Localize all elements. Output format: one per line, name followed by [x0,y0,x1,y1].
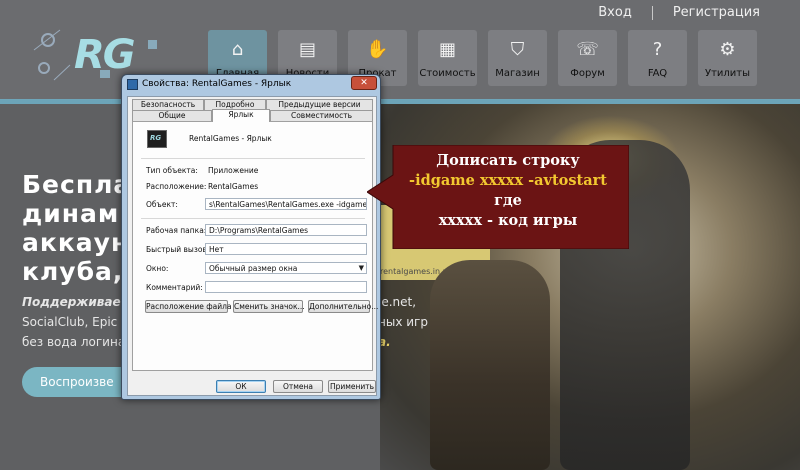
properties-dialog: Свойства: RentalGames - Ярлык ✕ Безопасн… [121,74,381,400]
open-file-location-button[interactable]: Расположение файла [145,300,232,313]
dropdown-arrow-icon: ▼ [358,264,364,272]
nav-item-shop[interactable]: ⛉ Магазин [488,30,547,86]
hero-sub-line: a. [378,335,391,349]
nav-label: Утилиты [704,68,751,79]
bag-icon: ⛉ [510,39,525,60]
logo-text: RG [74,32,136,78]
login-link[interactable]: Вход [598,5,632,20]
close-button[interactable]: ✕ [351,76,377,90]
tab-general[interactable]: Общие [132,110,212,121]
hotkey-label: Быстрый вызов: [146,245,210,254]
dialog-title: Свойства: RentalGames - Ярлык [142,79,292,89]
nav-item-price[interactable]: ▦ Стоимость [418,30,477,86]
object-type-label: Тип объекта: [146,166,198,175]
cancel-button[interactable]: Отмена [273,380,323,393]
nav-label: FAQ [647,68,668,79]
dialog-client: Безопасность Подробно Предыдущие версии … [127,96,378,396]
target-path-field[interactable]: s\RentalGames\RentalGames.exe -idgame 21… [205,198,367,210]
shortcut-icon-text: RG [150,134,162,142]
object-label: Объект: [146,200,178,209]
workdir-field[interactable]: D:\Programs\RentalGames [205,224,367,236]
nav-label: Форум [570,68,605,79]
hero-sub-line: без вода логина [22,335,126,349]
price-icon: ▦ [438,39,456,60]
handshake-icon: ✋ [366,39,389,60]
nav-item-forum[interactable]: ☏ Форум [558,30,617,86]
object-type-value: Приложение [208,166,259,175]
advanced-button[interactable]: Дополнительно... [308,300,378,313]
register-link[interactable]: Регистрация [673,5,760,20]
divider [141,218,365,219]
callout-line: xxxxx - код игры [438,212,578,229]
window-select-value: Обычный размер окна [209,264,298,273]
callout-text: Дописать строку -idgame xxxxx -avtostart… [397,151,619,231]
home-icon: ⌂ [231,39,244,60]
news-icon: ▤ [298,39,316,60]
faq-icon: ? [652,39,663,60]
gear-icon: ⚙ [719,39,736,60]
hotkey-field[interactable]: Нет [205,243,367,255]
change-icon-button[interactable]: Сменить значок... [233,300,305,313]
location-label: Расположение: [146,182,207,191]
tab-previous-versions[interactable]: Предыдущие версии [266,99,373,110]
dialog-titlebar[interactable]: Свойства: RentalGames - Ярлык ✕ [122,75,380,95]
shortcut-panel: RG RentalGames - Ярлык Тип объекта: Прил… [132,121,378,371]
tab-shortcut[interactable]: Ярлык [212,109,270,122]
auth-links: Вход Регистрация [598,5,760,20]
hero-sub-line: le.net, [378,295,417,309]
nav-label: Стоимость [419,68,476,79]
nav-label: Магазин [495,68,540,79]
nav-item-utilities[interactable]: ⚙ Утилиты [698,30,757,86]
hero-sub-bold: Поддерживаем [22,295,131,309]
nav-item-faq[interactable]: ? FAQ [628,30,687,86]
shortcut-title-icon [127,79,138,90]
tab-security[interactable]: Безопасность [132,99,204,110]
apply-button[interactable]: Применить [328,380,376,393]
shortcut-name: RentalGames - Ярлык [189,134,272,143]
hero-sub-line: SocialClub, Epic [22,315,118,329]
instruction-callout: Дописать строку -idgame xxxxx -avtostart… [367,145,629,249]
comment-label: Комментарий: [146,283,203,292]
auth-separator [651,5,653,20]
chat-icon: ☏ [576,39,599,60]
hero-sub-line: ных игр [378,315,428,329]
tab-compatibility[interactable]: Совместимость [270,110,373,121]
window-label: Окно: [146,264,169,273]
hero-subtitle: Поддерживаем SocialClub, Epic без вода л… [22,292,130,352]
workdir-label: Рабочая папка: [146,226,207,235]
comment-field[interactable] [205,281,367,293]
hero-subtitle-right: le.net, ных игр a. [378,292,428,352]
callout-line: где [494,192,522,209]
callout-line: Дописать строку [436,152,580,169]
shortcut-app-icon: RG [147,130,167,148]
callout-command: -idgame xxxxx -avtostart [409,172,607,189]
location-value: RentalGames [208,182,259,191]
ok-button[interactable]: ОК [216,380,266,393]
divider [141,158,365,159]
window-select[interactable]: Обычный размер окна ▼ [205,262,367,274]
hero-character-left [430,260,550,470]
